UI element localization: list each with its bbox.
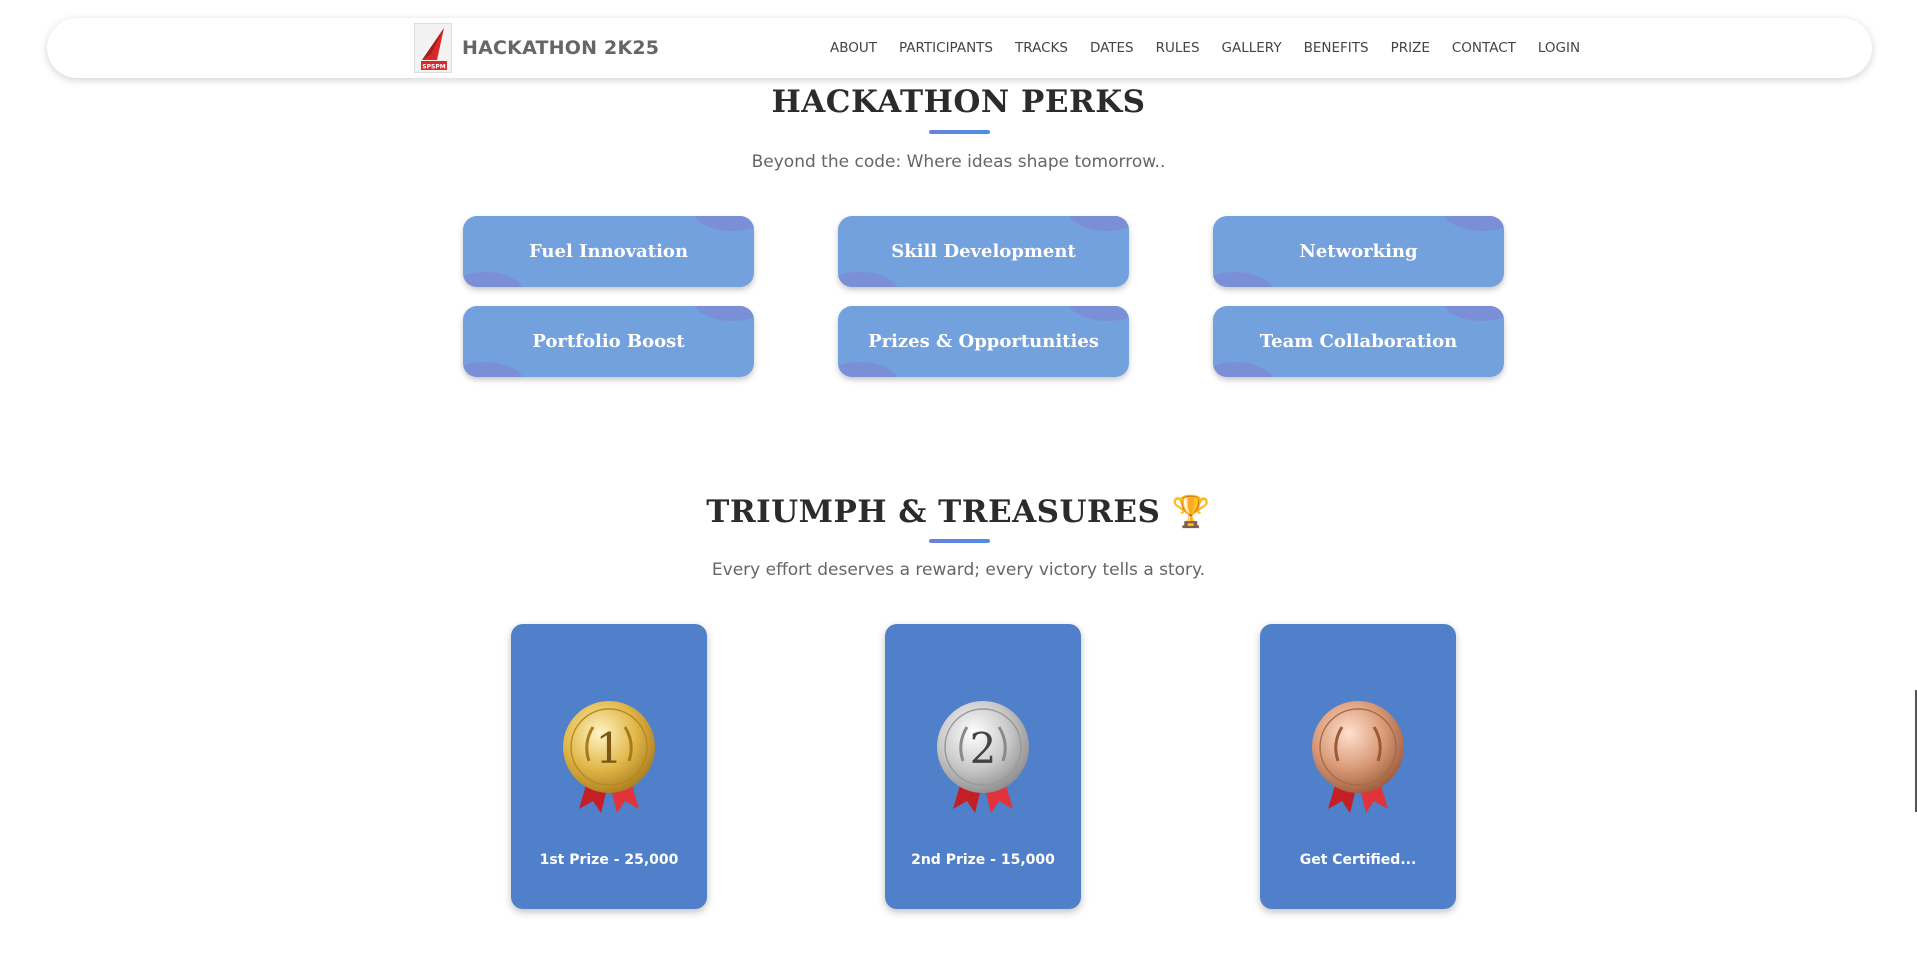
nav-link-benefits[interactable]: BENEFITS bbox=[1304, 40, 1369, 56]
nav-link-dates[interactable]: DATES bbox=[1090, 40, 1134, 56]
nav-links: ABOUT PARTICIPANTS TRACKS DATES RULES GA… bbox=[830, 18, 1602, 78]
perks-title: HACKATHON PERKS bbox=[771, 84, 1146, 120]
nav-link-tracks[interactable]: TRACKS bbox=[1015, 40, 1068, 56]
perk-decoration bbox=[463, 272, 525, 287]
bronze-medal-icon bbox=[1312, 701, 1404, 813]
brand-name[interactable]: HACKATHON 2K25 bbox=[462, 37, 659, 59]
perk-decoration bbox=[692, 216, 754, 231]
perk-decoration bbox=[692, 306, 754, 321]
prize-label: Get Certified... bbox=[1299, 852, 1417, 868]
perk-decoration bbox=[1442, 306, 1504, 321]
perk-decoration bbox=[1067, 306, 1129, 321]
perk-label: Team Collaboration bbox=[1259, 331, 1458, 352]
perk-card-networking[interactable]: Networking bbox=[1213, 216, 1504, 287]
prizes-subtitle: Every effort deserves a reward; every vi… bbox=[711, 560, 1206, 580]
perk-card-skill-development[interactable]: Skill Development bbox=[838, 216, 1129, 287]
perk-label: Skill Development bbox=[891, 241, 1076, 262]
nav-link-about[interactable]: ABOUT bbox=[830, 40, 877, 56]
prize-card-second[interactable]: 2 2nd Prize - 15,000 bbox=[885, 624, 1081, 909]
perk-label: Networking bbox=[1299, 241, 1418, 262]
perk-card-fuel-innovation[interactable]: Fuel Innovation bbox=[463, 216, 754, 287]
nav-link-gallery[interactable]: GALLERY bbox=[1222, 40, 1282, 56]
prize-card-certificate[interactable]: Get Certified... bbox=[1260, 624, 1456, 909]
prizes-title-underline bbox=[929, 539, 990, 543]
nav-link-login[interactable]: LOGIN bbox=[1538, 40, 1580, 56]
gold-medal-icon: 1 bbox=[563, 701, 655, 813]
logo-text: SPSPM bbox=[422, 64, 445, 71]
perk-label: Portfolio Boost bbox=[532, 331, 685, 352]
silver-medal-icon: 2 bbox=[937, 701, 1029, 813]
perk-decoration bbox=[838, 272, 900, 287]
brand[interactable]: SPSPM HACKATHON 2K25 bbox=[414, 18, 659, 78]
perk-label: Prizes & Opportunities bbox=[868, 331, 1099, 352]
perk-decoration bbox=[1213, 362, 1275, 377]
prize-label: 1st Prize - 25,000 bbox=[539, 852, 679, 868]
logo[interactable]: SPSPM bbox=[414, 23, 452, 73]
medal-number: 2 bbox=[970, 724, 997, 773]
prize-label: 2nd Prize - 15,000 bbox=[911, 852, 1055, 868]
perk-card-prizes-opportunities[interactable]: Prizes & Opportunities bbox=[838, 306, 1129, 377]
perk-decoration bbox=[1067, 216, 1129, 231]
medal-number: 1 bbox=[596, 724, 623, 773]
perks-subtitle: Beyond the code: Where ideas shape tomor… bbox=[751, 152, 1166, 172]
navbar: SPSPM HACKATHON 2K25 ABOUT PARTICIPANTS … bbox=[47, 18, 1872, 78]
perks-title-underline bbox=[929, 130, 990, 134]
nav-link-prize[interactable]: PRIZE bbox=[1391, 40, 1430, 56]
perk-decoration bbox=[1213, 272, 1275, 287]
prizes-title: TRIUMPH & TREASURES 🏆 bbox=[706, 494, 1211, 530]
perk-decoration bbox=[463, 362, 525, 377]
perk-decoration bbox=[1442, 216, 1504, 231]
nav-link-contact[interactable]: CONTACT bbox=[1452, 40, 1516, 56]
nav-link-rules[interactable]: RULES bbox=[1156, 40, 1200, 56]
prize-card-first[interactable]: 1 1st Prize - 25,000 bbox=[511, 624, 707, 909]
nav-link-participants[interactable]: PARTICIPANTS bbox=[899, 40, 993, 56]
perk-card-team-collaboration[interactable]: Team Collaboration bbox=[1213, 306, 1504, 377]
perk-label: Fuel Innovation bbox=[528, 241, 689, 262]
perk-decoration bbox=[838, 362, 900, 377]
perk-card-portfolio-boost[interactable]: Portfolio Boost bbox=[463, 306, 754, 377]
